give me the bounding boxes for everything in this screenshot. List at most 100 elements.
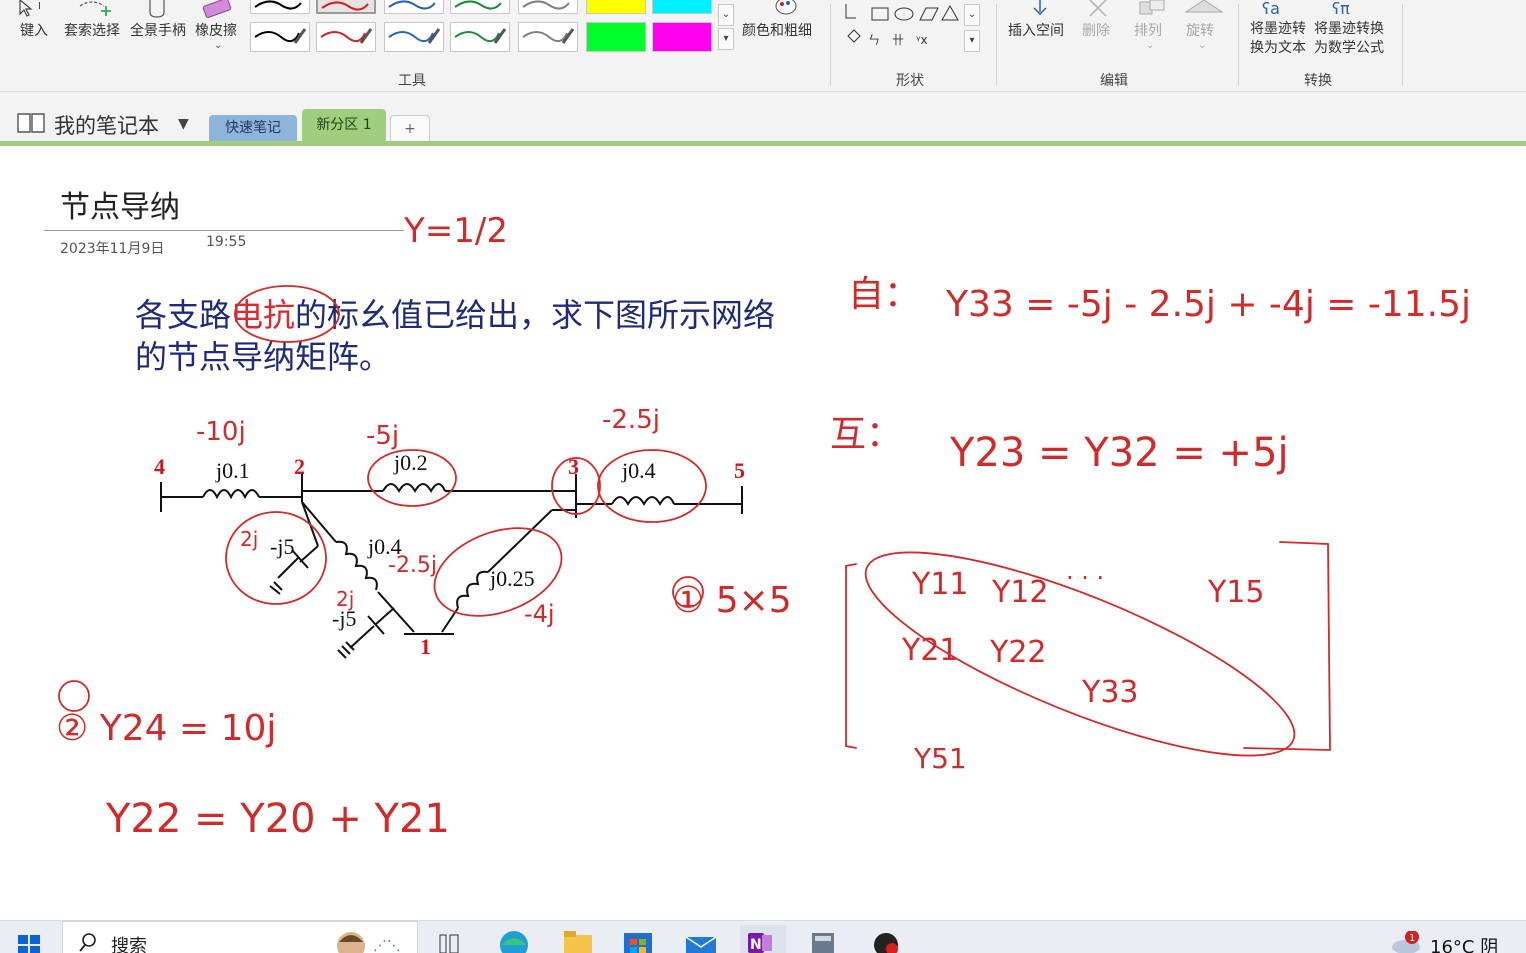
shapes-down-button[interactable]: ⌄ — [964, 4, 980, 26]
weather-icon[interactable]: 1 — [1390, 930, 1424, 953]
ink-y51: Y51 — [913, 742, 967, 775]
file-explorer-icon[interactable] — [560, 925, 600, 953]
pen-green-2[interactable] — [450, 22, 510, 52]
ink-mutual-label: 互： — [830, 414, 902, 455]
gallery-down-button[interactable]: ⌄ — [718, 4, 734, 26]
svg-text:ㄣ: ㄣ — [868, 33, 880, 47]
edge-browser-icon[interactable] — [496, 925, 536, 953]
delete-button[interactable]: 删除 — [1082, 20, 1110, 40]
insert-space-icon — [1028, 0, 1052, 22]
chevron-down-icon[interactable]: ▼ — [178, 116, 189, 132]
taskbar: 搜索 ⋰⋱ N 1 16°C 阴 — [0, 920, 1526, 953]
insert-space-button[interactable]: 插入空间 — [1008, 20, 1064, 40]
mail-icon[interactable] — [684, 925, 724, 953]
ink-near-j025: -4j — [524, 600, 555, 628]
ink-near-cap2: 2j — [336, 587, 354, 611]
cursor-icon: I — [16, 0, 56, 22]
divider — [830, 4, 831, 86]
lasso-icon — [76, 0, 116, 22]
ink-to-math-button[interactable]: 将墨迹转换 为数学公式 — [1314, 20, 1384, 58]
ink-y23: Y23 = Y32 = +5j — [949, 430, 1289, 476]
ink-y21: Y21 — [901, 633, 959, 668]
microsoft-store-icon[interactable] — [620, 925, 660, 953]
ink-layer[interactable]: Y=1/2 自： Y33 = -5j - 2.5j + -4j = -11.5j… — [0, 146, 1526, 920]
ink-to-text-line2: 换为文本 — [1250, 40, 1306, 56]
ink-to-text-icon: ʕa — [1260, 0, 1300, 22]
app-icon[interactable] — [868, 925, 908, 953]
arrange-button[interactable]: 排列 — [1134, 20, 1162, 40]
ink-to-math-line1: 将墨迹转换 — [1314, 21, 1384, 37]
pen-green-1[interactable] — [450, 0, 510, 14]
search-icon — [79, 932, 99, 953]
svg-text:ᵞx: ᵞx — [916, 33, 928, 47]
chevron-down-icon[interactable]: ⌄ — [214, 40, 222, 51]
task-view-icon[interactable] — [436, 925, 476, 953]
shapes-gallery[interactable]: ㄣ 卄 ᵞx — [842, 0, 982, 56]
ink-to-math-line2: 为数学公式 — [1314, 40, 1384, 56]
ribbon: I 键入 套索选择 全景手柄 橡皮擦 ⌄ ⌄ ▾ 颜色和粗细 工具 ㄣ 卄 ᵞx… — [0, 0, 1526, 92]
chevron-down-icon: ⌄ — [1198, 40, 1207, 51]
ink-y22-matrix: Y22 — [989, 635, 1047, 670]
svg-text:N: N — [750, 937, 762, 953]
note-page[interactable]: 节点导纳 2023年11月9日 19:55 各支路电抗的标幺值已给出，求下图所示… — [0, 146, 1526, 920]
divider — [1402, 4, 1403, 86]
highlighter-cyan[interactable] — [652, 0, 712, 14]
onenote-icon[interactable]: N — [740, 925, 786, 953]
ink-near-j04b: -2.5j — [388, 553, 437, 578]
ink-y11: Y11 — [911, 567, 969, 602]
gallery-expand-button[interactable]: ▾ — [718, 28, 734, 50]
windows-start-icon[interactable] — [18, 935, 42, 953]
shapes-expand-button[interactable]: ▾ — [964, 30, 980, 52]
highlighter-green[interactable] — [586, 22, 646, 52]
eraser-icon — [200, 0, 240, 22]
add-section-button[interactable]: + — [390, 115, 430, 142]
ink-above-j02: -5j — [366, 421, 399, 451]
svg-text:ʕπ: ʕπ — [1332, 0, 1350, 18]
pen-red-1[interactable] — [316, 0, 376, 14]
taskbar-search-box[interactable]: 搜索 ⋰⋱ — [62, 921, 418, 953]
pen-black-2[interactable] — [250, 22, 310, 52]
pan-hand-button[interactable]: 全景手柄 — [130, 20, 186, 40]
ink-self-label: 自： — [848, 274, 920, 315]
tab-new-section[interactable]: 新分区 1 — [302, 109, 386, 142]
arrange-icon — [1138, 0, 1168, 22]
ink-to-math-icon: ʕπ — [1330, 0, 1370, 22]
notebook-bar: 我的笔记本 ▼ 快速笔记 新分区 1 + — [0, 92, 1526, 146]
weather-text[interactable]: 16°C 阴 — [1430, 933, 1498, 953]
svg-text:ʕa: ʕa — [1262, 0, 1280, 18]
svg-text:卄: 卄 — [892, 33, 904, 47]
delete-icon — [1086, 0, 1110, 22]
ink-y33: Y33 = -5j - 2.5j + -4j = -11.5j — [945, 284, 1471, 325]
pen-black-1[interactable] — [250, 0, 310, 14]
ink-to-text-button[interactable]: 将墨迹转 换为文本 — [1250, 20, 1306, 58]
type-button[interactable]: 键入 — [20, 20, 48, 40]
color-thickness-button[interactable]: 颜色和粗细 — [742, 20, 812, 40]
pen-blue-2[interactable] — [384, 22, 444, 52]
ink-above-j04: -2.5j — [602, 405, 660, 435]
pen-blue-1[interactable] — [384, 0, 444, 14]
eraser-button[interactable]: 橡皮擦 — [195, 20, 237, 40]
hand-icon — [146, 0, 170, 22]
ink-y-half: Y=1/2 — [403, 211, 508, 251]
lasso-select-button[interactable]: 套索选择 — [64, 20, 120, 40]
notebook-icon — [16, 110, 46, 138]
svg-text:I: I — [38, 1, 41, 12]
convert-group-label: 转换 — [1304, 73, 1332, 89]
rotate-button[interactable]: 旋转 — [1186, 20, 1214, 40]
pen-red-2[interactable] — [316, 22, 376, 52]
edit-group-label: 编辑 — [1100, 73, 1128, 89]
ink-y15: Y15 — [1207, 575, 1265, 610]
chevron-down-icon: ⌄ — [1146, 40, 1155, 51]
pen-gray-1[interactable] — [518, 0, 578, 14]
pen-gray-2[interactable] — [518, 22, 578, 52]
calculator-icon[interactable] — [806, 925, 846, 953]
highlighter-magenta[interactable] — [652, 22, 712, 52]
ink-y24: ② Y24 = 10j — [56, 708, 276, 749]
ink-y12: Y12 — [991, 575, 1049, 610]
tab-quick-notes[interactable]: 快速笔记 — [209, 115, 297, 142]
ink-to-text-line1: 将墨迹转 — [1250, 21, 1306, 37]
highlighter-yellow[interactable] — [586, 0, 646, 14]
ink-y33-matrix: Y33 — [1081, 675, 1139, 710]
notebook-name[interactable]: 我的笔记本 — [54, 110, 159, 140]
search-highlight-image: ⋰⋱ — [331, 924, 411, 953]
